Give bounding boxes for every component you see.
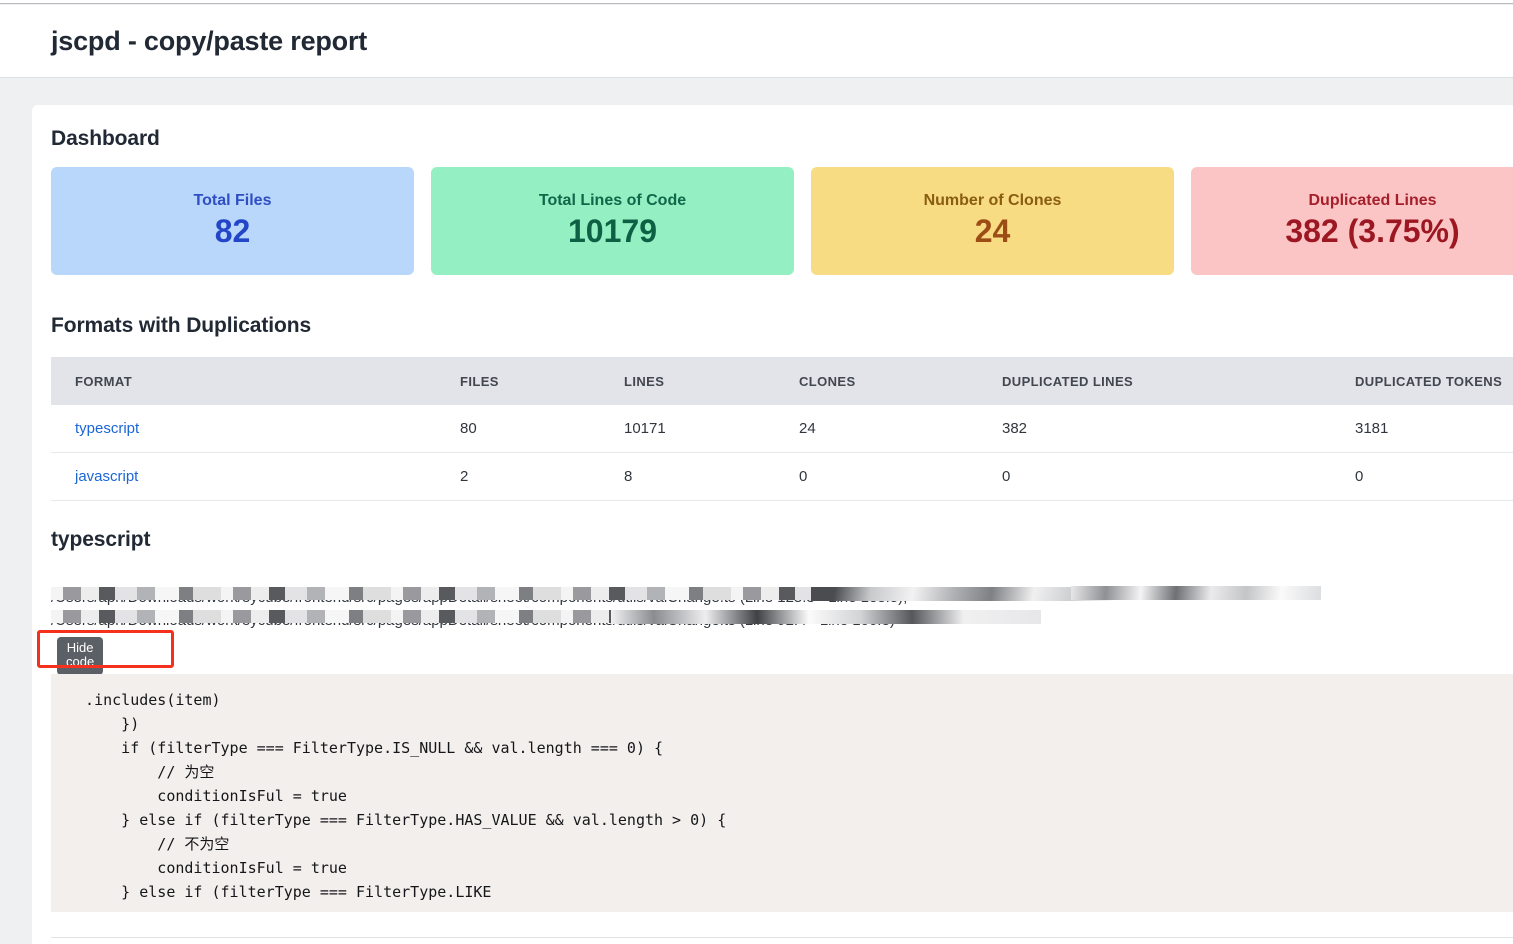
stat-card-number-of-clones: Number of Clones 24 — [811, 167, 1174, 275]
cell-duplicated-lines: 0 — [978, 452, 1331, 501]
stat-card-value: 382 (3.75%) — [1285, 213, 1460, 250]
stat-card-duplicated-lines: Duplicated Lines 382 (3.75%) — [1191, 167, 1513, 275]
column-header-duplicated-tokens: DUPLICATED TOKENS — [1331, 357, 1513, 405]
section-divider — [51, 937, 1513, 938]
clone-path-line-1: /Users/apn/Downloads/work/eycube/fronten… — [51, 586, 1513, 609]
cell-lines: 10171 — [600, 405, 775, 453]
page-header: jscpd - copy/paste report — [0, 5, 1513, 78]
table-row: javascript 2 8 0 0 0 — [51, 452, 1513, 501]
typescript-heading: typescript — [51, 528, 151, 551]
column-header-format: FORMAT — [51, 357, 436, 405]
report-page: jscpd - copy/paste report Dashboard Tota… — [0, 0, 1513, 944]
clone-path-text-1: /Users/apn/Downloads/work/eycube/fronten… — [51, 589, 908, 606]
hide-code-button[interactable]: Hide code — [57, 637, 104, 675]
column-header-duplicated-lines: DUPLICATED LINES — [978, 357, 1331, 405]
dashboard-heading: Dashboard — [51, 127, 160, 150]
column-header-files: FILES — [436, 357, 600, 405]
dashboard-stat-cards: Total Files 82 Total Lines of Code 10179… — [51, 167, 1513, 275]
code-snippet-text: .includes(item) }) if (filterType === Fi… — [85, 691, 727, 901]
stat-card-total-lines-of-code: Total Lines of Code 10179 — [431, 167, 794, 275]
stat-card-value: 10179 — [568, 213, 657, 250]
code-snippet-block: .includes(item) }) if (filterType === Fi… — [51, 674, 1513, 912]
stat-card-label: Duplicated Lines — [1308, 191, 1437, 209]
clone-path-text-2: /Users/apn/Downloads/work/eycube/fronten… — [51, 612, 895, 629]
cell-clones: 24 — [775, 405, 978, 453]
cell-duplicated-lines: 382 — [978, 405, 1331, 453]
formats-table: FORMAT FILES LINES CLONES DUPLICATED LIN… — [51, 357, 1513, 501]
main-content-card: Dashboard Total Files 82 Total Lines of … — [32, 105, 1513, 944]
stat-card-label: Total Files — [193, 191, 272, 209]
table-header-row: FORMAT FILES LINES CLONES DUPLICATED LIN… — [51, 357, 1513, 405]
clone-paths: /Users/apn/Downloads/work/eycube/fronten… — [51, 586, 1513, 632]
cell-format: javascript — [51, 452, 436, 501]
top-hairline — [0, 0, 1513, 4]
formats-table-head: FORMAT FILES LINES CLONES DUPLICATED LIN… — [51, 357, 1513, 405]
redaction-overlay — [1071, 586, 1321, 600]
format-link-typescript[interactable]: typescript — [75, 420, 139, 437]
stat-card-value: 82 — [214, 213, 251, 250]
cell-duplicated-tokens: 3181 — [1331, 405, 1513, 453]
cell-files: 80 — [436, 405, 600, 453]
stat-card-label: Total Lines of Code — [538, 191, 687, 209]
table-row: typescript 80 10171 24 382 3181 — [51, 405, 1513, 453]
cell-format: typescript — [51, 405, 436, 453]
stat-card-label: Number of Clones — [923, 191, 1062, 209]
cell-duplicated-tokens: 0 — [1331, 452, 1513, 501]
formats-table-body: typescript 80 10171 24 382 3181 javascri… — [51, 405, 1513, 501]
stat-card-value: 24 — [974, 213, 1011, 250]
page-title: jscpd - copy/paste report — [51, 25, 368, 56]
formats-heading: Formats with Duplications — [51, 314, 312, 337]
clone-path-line-2: /Users/apn/Downloads/work/eycube/fronten… — [51, 609, 1513, 632]
cell-clones: 0 — [775, 452, 978, 501]
column-header-lines: LINES — [600, 357, 775, 405]
cell-lines: 8 — [600, 452, 775, 501]
format-link-javascript[interactable]: javascript — [75, 468, 138, 485]
stat-card-total-files: Total Files 82 — [51, 167, 414, 275]
cell-files: 2 — [436, 452, 600, 501]
column-header-clones: CLONES — [775, 357, 978, 405]
